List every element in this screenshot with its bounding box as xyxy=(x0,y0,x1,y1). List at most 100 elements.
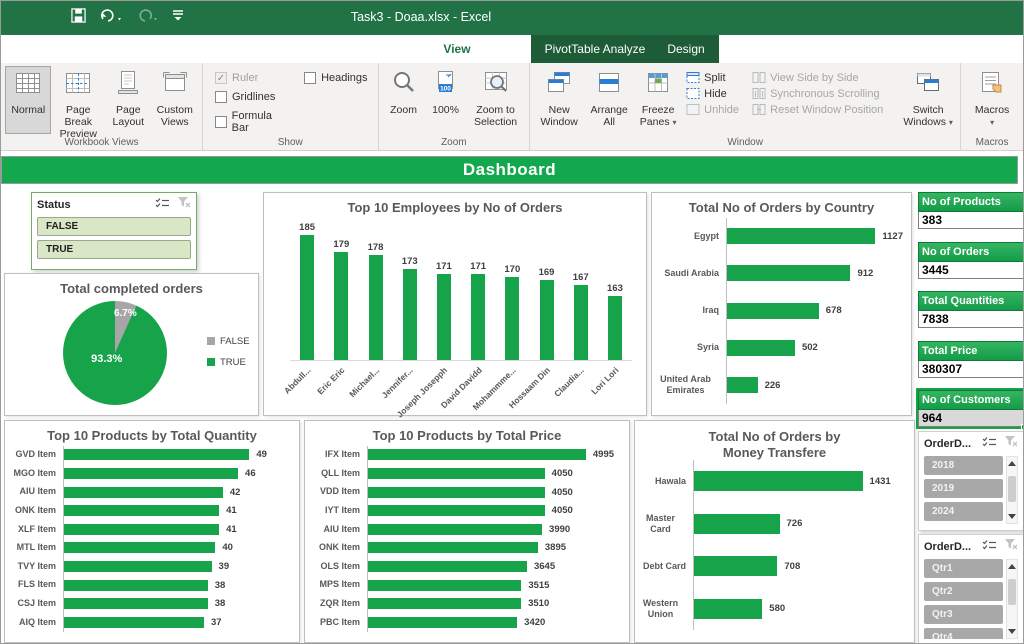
bar-column: 167 xyxy=(564,222,598,360)
formula-bar-checkbox[interactable]: Formula Bar xyxy=(215,110,290,134)
data-label: 42 xyxy=(230,487,241,498)
split-button[interactable]: Split xyxy=(686,71,744,84)
category-label: TVY Item xyxy=(5,561,63,572)
quantity-chart-panel[interactable]: Top 10 Products by Total Quantity GVD It… xyxy=(4,420,300,643)
arrange-all-button[interactable]: Arrange All xyxy=(584,66,634,134)
slicer-scrollbar[interactable] xyxy=(1006,559,1018,639)
pie-chart-panel[interactable]: Total completed orders 6.7%93.3%FALSETRU… xyxy=(4,273,259,416)
kpi-card-5[interactable]: No of Customers964 xyxy=(918,390,1023,427)
page-layout-button[interactable]: Page Layout xyxy=(105,66,151,134)
bar xyxy=(368,542,538,553)
multi-select-icon[interactable] xyxy=(982,538,997,556)
zoom-group-label: Zoom xyxy=(379,137,530,148)
switch-windows-button[interactable]: Switch Windows ▾ xyxy=(900,66,956,134)
bar-column: 185 xyxy=(290,222,324,360)
bar xyxy=(64,580,208,591)
custom-views-button[interactable]: Custom Views xyxy=(152,66,198,134)
zoom-to-selection-button[interactable]: Zoom to Selection xyxy=(467,66,525,134)
tab-design[interactable]: Design xyxy=(656,35,716,63)
data-label: 170 xyxy=(504,264,520,275)
zoom-100-button[interactable]: 100 100% xyxy=(425,66,467,134)
price-chart-panel[interactable]: Top 10 Products by Total Price IFX Item4… xyxy=(304,420,630,643)
kpi-card-4[interactable]: Total Price380307 xyxy=(918,341,1023,378)
slicer-item-true[interactable]: TRUE xyxy=(37,240,191,259)
worksheet: Dashboard Status FALSETRUE Total complet… xyxy=(1,152,1023,644)
tab-data[interactable]: Data xyxy=(323,35,373,63)
multi-select-icon[interactable] xyxy=(982,435,997,453)
data-label: 678 xyxy=(826,305,842,316)
tell-me-box[interactable]: Tell me what you want to do xyxy=(739,35,908,63)
status-slicer[interactable]: Status FALSETRUE xyxy=(31,192,197,270)
freeze-panes-button[interactable]: Freeze Panes ▾ xyxy=(634,66,682,134)
title-bar: Task3 - Doaa.xlsx - Excel xyxy=(1,1,1023,35)
gridlines-checkbox[interactable]: Gridlines xyxy=(215,91,290,103)
new-window-button[interactable]: New Window xyxy=(534,66,584,134)
bar xyxy=(368,505,545,516)
headings-checkbox[interactable]: Headings xyxy=(304,72,367,84)
tab-pivottable-analyze[interactable]: PivotTable Analyze xyxy=(534,35,656,63)
excel-window: PivotTable Tools Task3 - Doaa.xlsx - Exc… xyxy=(0,0,1024,644)
money-transfer-chart-panel[interactable]: Total No of Orders by Money Transfere Ha… xyxy=(634,420,915,643)
page-break-preview-button[interactable]: Page Break Preview xyxy=(51,66,105,134)
macros-label: Macros▾ xyxy=(975,104,1009,128)
data-label: 1127 xyxy=(882,231,903,242)
ruler-checkbox[interactable]: ✓Ruler xyxy=(215,72,290,84)
slicer-scrollbar[interactable] xyxy=(1006,456,1018,524)
kpi-value: 7838 xyxy=(918,311,1023,328)
category-label: Master Card xyxy=(635,513,693,536)
kpi-card-3[interactable]: Total Quantities7838 xyxy=(918,291,1023,328)
slicer-item-false[interactable]: FALSE xyxy=(37,217,191,236)
bar-row: ONK Item 3895 xyxy=(305,539,621,558)
data-label: 3895 xyxy=(545,542,566,553)
tab-formulas[interactable]: Formulas xyxy=(249,35,323,63)
category-label: PBC Item xyxy=(305,617,367,628)
group-show: ✓Ruler Gridlines Formula Bar Headings Sh… xyxy=(203,63,379,150)
svg-text:100: 100 xyxy=(440,86,451,93)
employees-chart-panel[interactable]: Top 10 Employees by No of Orders 1851791… xyxy=(263,192,647,416)
slicer-item-2018[interactable]: 2018 xyxy=(924,456,1003,475)
arrange-all-label: Arrange All xyxy=(585,104,633,128)
ribbon-tabs: FileHomeInsertPage LayoutFormulasDataRev… xyxy=(1,35,1023,63)
macros-button[interactable]: Macros▾ xyxy=(966,66,1018,134)
freeze-panes-label: Freeze Panes ▾ xyxy=(635,104,681,128)
legend-label: FALSE xyxy=(220,336,250,347)
bar-row: TVY Item39 xyxy=(5,557,291,576)
order-date-year-slicer[interactable]: OrderD... 201820192024 xyxy=(918,431,1023,531)
category-label: CSJ Item xyxy=(5,598,63,609)
category-label: XLF Item xyxy=(5,524,63,535)
tab-page-layout[interactable]: Page Layout xyxy=(161,35,249,63)
tab-view[interactable]: View xyxy=(431,35,483,63)
data-label: 4050 xyxy=(552,505,573,516)
data-label: 3420 xyxy=(524,617,545,628)
hide-button[interactable]: Hide xyxy=(686,87,744,100)
slicer-item-qtr3[interactable]: Qtr3 xyxy=(924,605,1003,624)
bar-row: OLS Item3645 xyxy=(305,557,621,576)
bar-row: PBC Item 3420 xyxy=(305,613,621,632)
category-label: ONK Item xyxy=(305,542,367,553)
order-date-quarter-slicer[interactable]: OrderD... Qtr1Qtr2Qtr3Qtr4 xyxy=(918,534,1023,644)
unhide-button: Unhide xyxy=(686,103,744,116)
tab-review[interactable]: Review xyxy=(373,35,431,63)
bar xyxy=(64,468,238,479)
zoom-button[interactable]: Zoom xyxy=(383,66,425,134)
page-break-preview-label: Page Break Preview xyxy=(52,104,104,140)
slicer-item-2019[interactable]: 2019 xyxy=(924,479,1003,498)
tab-insert[interactable]: Insert xyxy=(109,35,161,63)
tab-help[interactable]: Help xyxy=(483,35,531,63)
multi-select-icon[interactable] xyxy=(155,196,170,214)
group-zoom: Zoom 100 100% Zoom to Selection Zoom xyxy=(379,63,531,150)
slicer-item-qtr4[interactable]: Qtr4 xyxy=(924,628,1003,639)
country-chart-panel[interactable]: Total No of Orders by Country Egypt1127S… xyxy=(651,192,912,416)
kpi-card-1[interactable]: No of Products383 xyxy=(918,192,1023,229)
kpi-card-2[interactable]: No of Orders3445 xyxy=(918,242,1023,279)
slicer-item-qtr2[interactable]: Qtr2 xyxy=(924,582,1003,601)
kpi-label: Total Price xyxy=(918,341,1023,361)
tab-home[interactable]: Home xyxy=(53,35,109,63)
bar-column: 171 xyxy=(461,222,495,360)
slicer-item-qtr1[interactable]: Qtr1 xyxy=(924,559,1003,578)
tab-file[interactable]: File xyxy=(9,35,53,63)
normal-view-button[interactable]: Normal xyxy=(5,66,51,134)
category-label: Saudi Arabia xyxy=(652,268,726,279)
slicer-item-2024[interactable]: 2024 xyxy=(924,502,1003,521)
reset-window-position-label: Reset Window Position xyxy=(770,104,883,116)
